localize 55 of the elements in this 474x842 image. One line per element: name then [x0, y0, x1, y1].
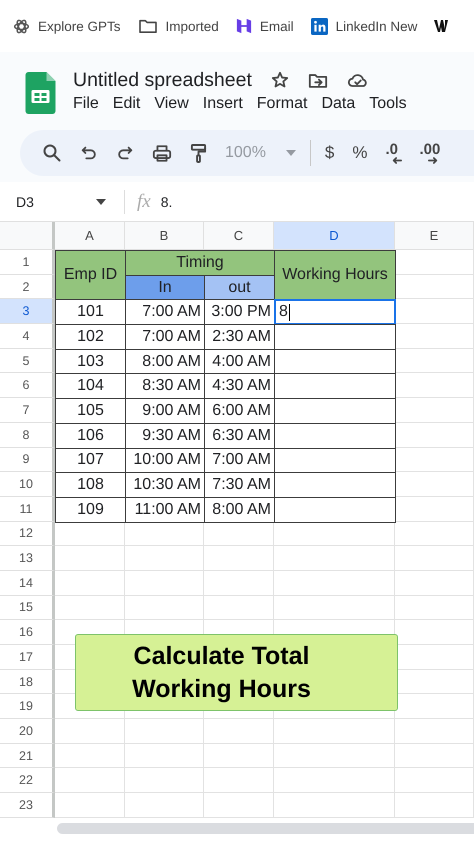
row-header[interactable]: 21	[0, 744, 55, 768]
row-header[interactable]: 3	[0, 299, 55, 324]
menu-item[interactable]: View	[154, 95, 189, 113]
row-header[interactable]: 22	[0, 768, 55, 794]
row-header[interactable]: 11	[0, 496, 55, 522]
menu-item[interactable]: Insert	[202, 95, 243, 113]
table-header-cell[interactable]: Working Hours	[274, 250, 396, 300]
text-box[interactable]: Calculate Total Working Hours	[75, 634, 398, 711]
table-header-cell[interactable]: out	[204, 274, 275, 300]
column-header[interactable]: D	[274, 222, 395, 250]
column-header[interactable]: B	[125, 222, 204, 250]
row-header[interactable]: 13	[0, 546, 55, 571]
document-title[interactable]: Untitled spreadsheet	[73, 68, 252, 92]
row-header[interactable]: 12	[0, 522, 55, 546]
column-header[interactable]: A	[55, 222, 125, 250]
column-header[interactable]: E	[395, 222, 474, 250]
table-cell[interactable]: 109	[55, 496, 126, 523]
row-header[interactable]: 19	[0, 694, 55, 720]
format-button[interactable]: %	[352, 143, 368, 163]
row-header[interactable]: 17	[0, 645, 55, 670]
bookmark-link[interactable]: Email	[260, 18, 294, 34]
row-header[interactable]: 14	[0, 570, 55, 596]
row-header[interactable]: 9	[0, 448, 55, 472]
bookmark-link[interactable]: LinkedIn New	[336, 18, 418, 34]
row-header[interactable]: 8	[0, 422, 55, 448]
row-header[interactable]: 16	[0, 620, 55, 645]
active-cell[interactable]: 8	[274, 299, 396, 326]
table-header-cell[interactable]: Timing	[125, 250, 275, 276]
fx-label: fx	[137, 190, 151, 212]
bookmark-link[interactable]: Explore GPTs	[38, 18, 121, 34]
menu-item[interactable]: Format	[256, 95, 308, 113]
menu-item[interactable]: Edit	[112, 95, 140, 113]
menu-item[interactable]: Data	[321, 95, 356, 113]
row-header[interactable]: 5	[0, 348, 55, 374]
row-header[interactable]: 4	[0, 324, 55, 349]
table-header-cell[interactable]: In	[125, 274, 205, 300]
row-header[interactable]: 2	[0, 274, 55, 300]
row-header[interactable]: 20	[0, 719, 55, 744]
row-header[interactable]: 1	[0, 250, 55, 275]
menu-item[interactable]: File	[73, 95, 99, 113]
decrease-decimal-button[interactable]: .0	[386, 142, 402, 164]
row-header[interactable]: 23	[0, 793, 55, 818]
row-header[interactable]: 6	[0, 373, 55, 398]
row-header[interactable]: 7	[0, 398, 55, 423]
format-button[interactable]: $	[324, 143, 334, 163]
row-header[interactable]: 15	[0, 596, 55, 620]
bookmark-link[interactable]: Imported	[166, 18, 219, 34]
formula-input[interactable]: 8.	[160, 194, 172, 210]
column-header[interactable]: C	[204, 222, 274, 250]
menu-item[interactable]: Tools	[369, 95, 407, 113]
name-box[interactable]: D3	[0, 194, 112, 210]
row-header[interactable]: 10	[0, 472, 55, 497]
increase-decimal-button[interactable]: .00	[420, 142, 440, 164]
table-header-cell[interactable]: Emp ID	[55, 250, 126, 300]
row-header[interactable]: 18	[0, 670, 55, 694]
